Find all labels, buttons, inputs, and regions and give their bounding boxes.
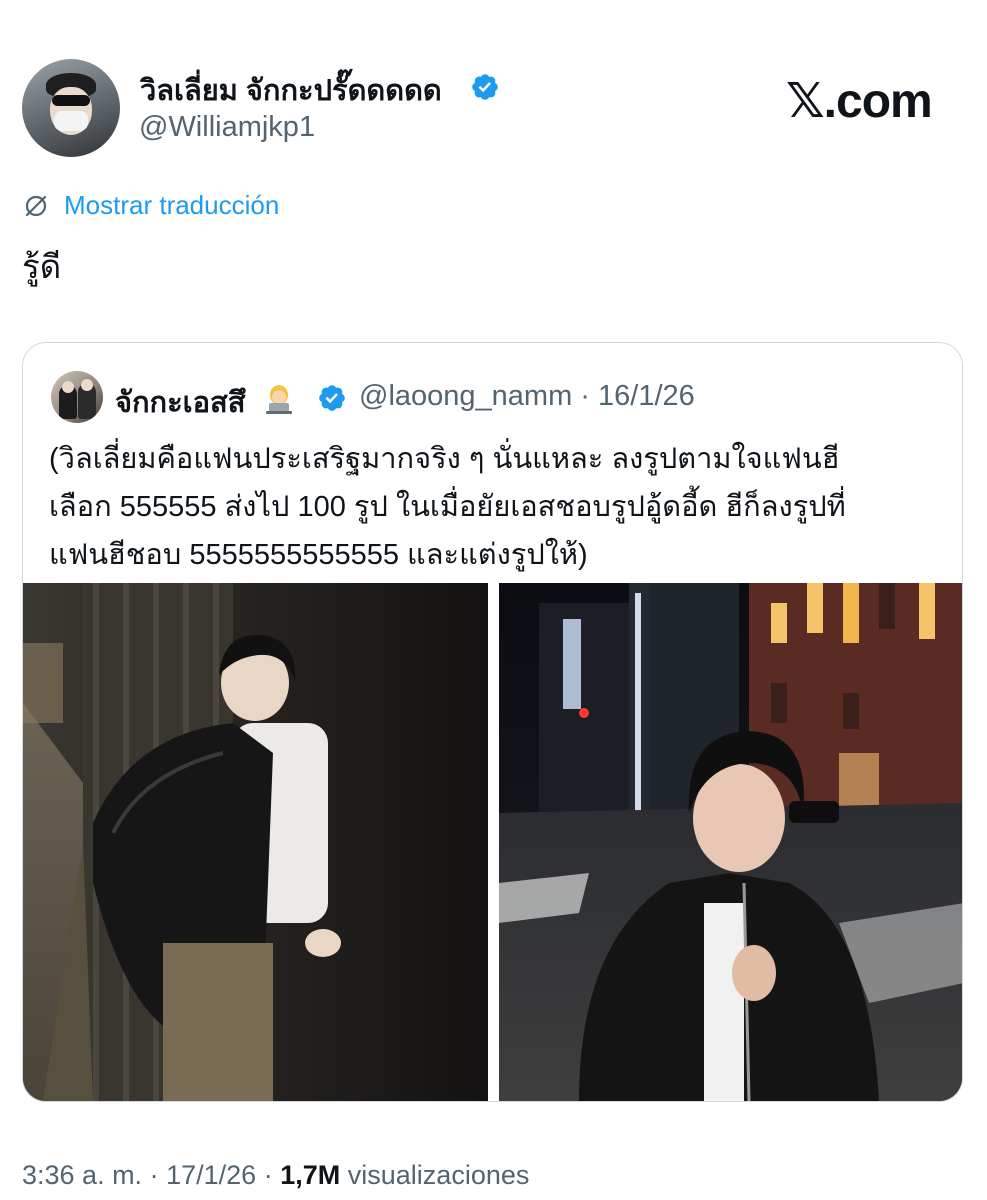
quoted-tweet-card[interactable]: จักกะเอสสึ @laoong_namm · 16/1/26 (วิลเล…: [22, 342, 963, 1102]
show-translation-link[interactable]: Mostrar traducción: [64, 190, 279, 221]
quoted-photo-left[interactable]: [23, 583, 488, 1101]
quoted-text-line: เลือก 555555 ส่งไป 100 รูป ในเมื่อยัยเอส…: [49, 491, 846, 523]
quoted-date[interactable]: 16/1/26: [598, 380, 695, 412]
quoted-author-avatar[interactable]: [51, 371, 103, 423]
tweet-time[interactable]: 3:36 a. m.: [22, 1160, 142, 1190]
separator: ·: [149, 1160, 159, 1190]
author-handle[interactable]: @Williamjkp1: [139, 111, 315, 144]
verified-badge-icon: [472, 74, 498, 100]
views-label: visualizaciones: [347, 1160, 530, 1190]
tweet-date[interactable]: 17/1/26: [166, 1160, 256, 1190]
quoted-tweet-text: (วิลเลี่ยมคือแฟนประเสริฐมากจริง ๆ นั่นแห…: [49, 435, 949, 579]
tweet-metadata: 3:36 a. m. · 17/1/26 · 1,7M visualizacio…: [22, 1160, 529, 1191]
translate-icon: [25, 195, 47, 217]
quoted-text-line: (วิลเลี่ยมคือแฟนประเสริฐมากจริง ๆ นั่นแห…: [49, 443, 840, 475]
author-display-name[interactable]: วิลเลี่ยม จักกะปรั๊ดดดดด: [140, 67, 442, 113]
quoted-photo-right[interactable]: [499, 583, 963, 1101]
quoted-handle-and-date[interactable]: @laoong_namm · 16/1/26: [359, 380, 695, 413]
separator: ·: [263, 1160, 273, 1190]
views-count[interactable]: 1,7M: [280, 1160, 340, 1190]
x-logo: 𝕏.com: [786, 75, 933, 128]
quoted-handle[interactable]: @laoong_namm: [359, 380, 572, 412]
author-avatar[interactable]: [22, 59, 120, 157]
technologist-emoji-icon: [266, 385, 292, 414]
quoted-text-line: แฟนฮีชอบ 5555555555555 และแต่งรูปให้): [49, 539, 588, 571]
separator: ·: [580, 380, 590, 412]
tweet-text: รู้ดี: [22, 248, 62, 285]
quoted-verified-badge-icon: [319, 385, 345, 411]
quoted-author-name[interactable]: จักกะเอสสึ: [115, 379, 245, 425]
